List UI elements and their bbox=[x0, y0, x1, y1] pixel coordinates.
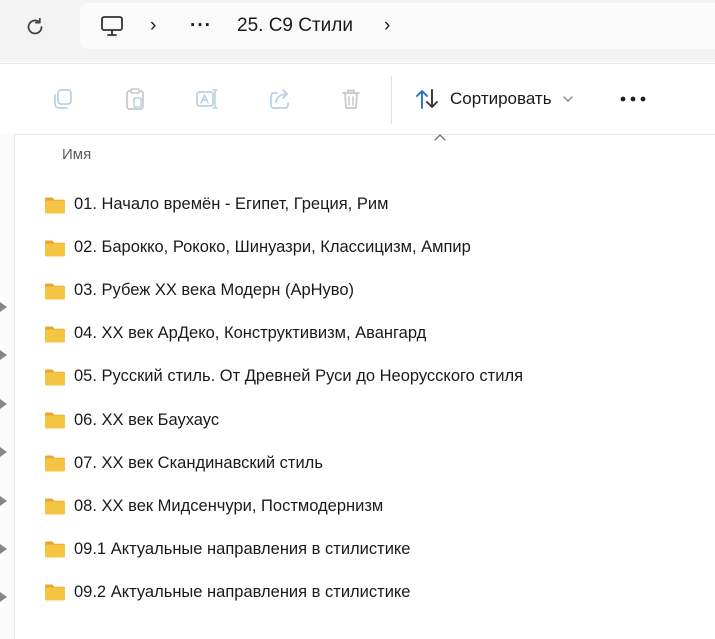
folder-icon bbox=[45, 455, 65, 472]
breadcrumb-overflow-button[interactable]: ··· bbox=[190, 3, 212, 49]
delete-button[interactable] bbox=[338, 86, 364, 112]
sort-ascending-caret-icon bbox=[434, 134, 446, 141]
file-name: 06. XX век Баухаус bbox=[74, 410, 220, 429]
list-item[interactable]: 03. Рубеж XX века Модерн (АрНуво) bbox=[44, 269, 704, 312]
file-name: 09.2 Актуальные направления в стилистике bbox=[74, 582, 411, 601]
file-list: 01. Начало времён - Египет, Греция, Рим … bbox=[44, 183, 704, 614]
command-bar: Сортировать bbox=[0, 63, 715, 135]
sort-arrows-icon bbox=[416, 89, 438, 109]
more-options-button[interactable] bbox=[618, 86, 648, 112]
more-horizontal-icon bbox=[620, 96, 646, 102]
folder-icon bbox=[45, 498, 65, 515]
folder-icon bbox=[45, 541, 65, 558]
title-bar: › ··· 25. С9 Стили › bbox=[0, 0, 715, 62]
expand-arrow-icon[interactable] bbox=[0, 496, 8, 506]
folder-icon bbox=[45, 283, 65, 300]
rename-button[interactable] bbox=[194, 86, 220, 112]
paste-icon bbox=[126, 88, 144, 110]
file-name: 02. Барокко, Рококо, Шинуазри, Классициз… bbox=[74, 238, 471, 257]
paste-button[interactable] bbox=[122, 86, 148, 112]
breadcrumb-chevron[interactable]: › bbox=[384, 3, 390, 49]
rename-icon bbox=[196, 89, 218, 109]
file-name: 05. Русский стиль. От Древней Руси до Не… bbox=[74, 367, 524, 386]
list-item[interactable]: 06. XX век Баухаус bbox=[44, 398, 704, 441]
copy-button[interactable] bbox=[50, 86, 76, 112]
expand-arrow-icon[interactable] bbox=[0, 592, 8, 602]
copy-icon bbox=[54, 89, 72, 109]
sort-button[interactable]: Сортировать bbox=[414, 84, 574, 114]
address-bar[interactable]: › ··· 25. С9 Стили › bbox=[80, 3, 715, 49]
refresh-icon bbox=[27, 17, 43, 35]
expand-arrow-icon[interactable] bbox=[0, 447, 8, 457]
list-item[interactable]: 04. XX век АрДеко, Конструктивизм, Аванг… bbox=[44, 312, 704, 355]
file-name: 01. Начало времён - Египет, Греция, Рим bbox=[74, 195, 389, 214]
file-name: 04. XX век АрДеко, Конструктивизм, Аванг… bbox=[74, 324, 427, 343]
list-item[interactable]: 09.2 Актуальные направления в стилистике bbox=[44, 571, 704, 614]
share-icon bbox=[270, 89, 289, 109]
chevron-down-icon bbox=[562, 96, 573, 102]
folder-icon bbox=[45, 326, 65, 343]
share-button[interactable] bbox=[267, 86, 293, 112]
column-header-name[interactable]: Имя bbox=[62, 146, 91, 163]
refresh-button[interactable] bbox=[22, 14, 48, 40]
folder-icon bbox=[45, 584, 65, 601]
folder-icon bbox=[45, 369, 65, 386]
breadcrumb-current-folder[interactable]: 25. С9 Стили bbox=[237, 3, 353, 49]
this-pc-button[interactable] bbox=[100, 3, 124, 49]
list-item[interactable]: 07. XX век Скандинавский стиль bbox=[44, 442, 704, 485]
expand-arrow-icon[interactable] bbox=[0, 544, 8, 554]
toolbar-divider bbox=[391, 76, 392, 124]
monitor-icon bbox=[101, 16, 123, 36]
file-name: 03. Рубеж XX века Модерн (АрНуво) bbox=[74, 281, 355, 300]
file-name: 08. XX век Мидсенчури, Постмодернизм bbox=[74, 496, 384, 515]
expand-arrow-icon[interactable] bbox=[0, 399, 8, 409]
folder-icon bbox=[45, 412, 65, 429]
list-item[interactable]: 09.1 Актуальные направления в стилистике bbox=[44, 528, 704, 571]
navigation-pane-edge[interactable] bbox=[0, 134, 15, 639]
expand-arrow-icon[interactable] bbox=[0, 302, 8, 312]
folder-icon bbox=[45, 240, 65, 257]
trash-icon bbox=[342, 89, 360, 109]
folder-icon bbox=[45, 197, 65, 214]
list-item[interactable]: 05. Русский стиль. От Древней Руси до Не… bbox=[44, 355, 704, 398]
expand-arrow-icon[interactable] bbox=[0, 350, 8, 360]
list-item[interactable]: 08. XX век Мидсенчури, Постмодернизм bbox=[44, 485, 704, 528]
list-item[interactable]: 01. Начало времён - Египет, Греция, Рим bbox=[44, 183, 704, 226]
list-item[interactable]: 02. Барокко, Рококо, Шинуазри, Классициз… bbox=[44, 226, 704, 269]
sort-label: Сортировать bbox=[450, 89, 552, 108]
breadcrumb-chevron[interactable]: › bbox=[150, 3, 156, 49]
file-name: 07. XX век Скандинавский стиль bbox=[74, 453, 323, 472]
file-name: 09.1 Актуальные направления в стилистике bbox=[74, 539, 411, 558]
